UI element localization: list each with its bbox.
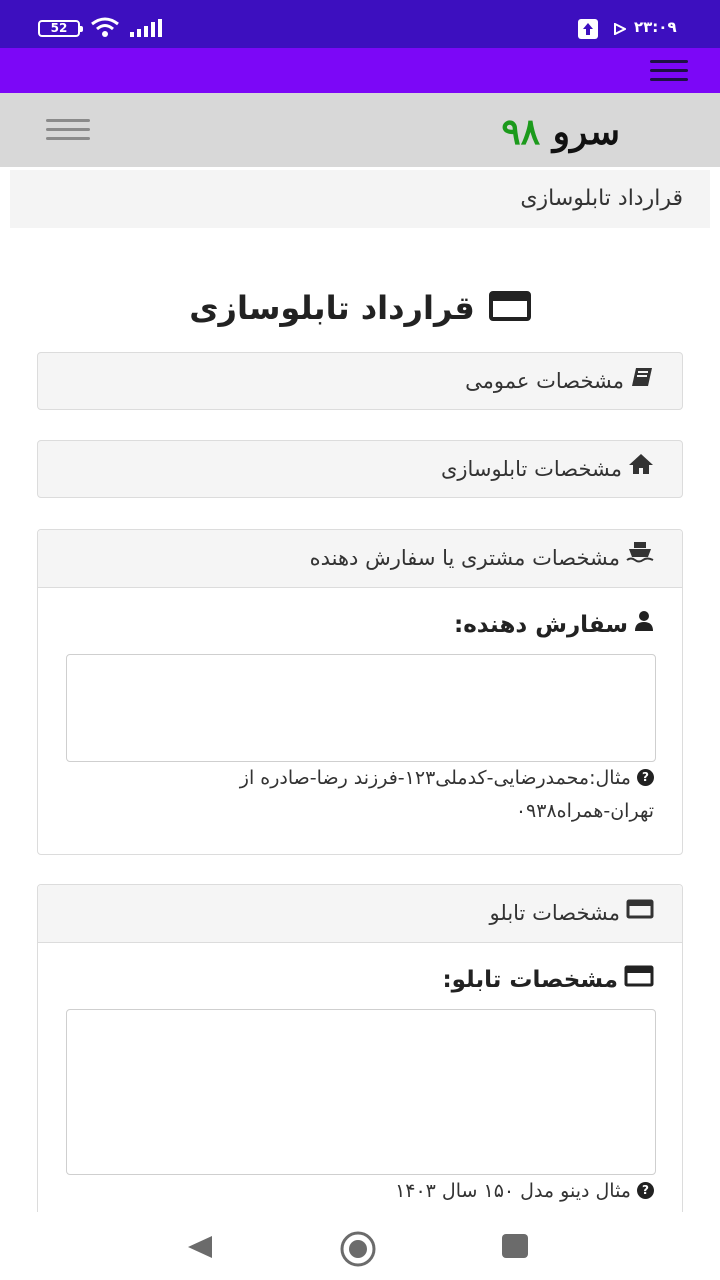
clock: ۲۳:۰۹ xyxy=(634,18,677,36)
section-board-label: مشخصات تابلو xyxy=(489,901,620,925)
book-icon xyxy=(630,352,654,408)
ship-icon xyxy=(626,529,654,585)
section-fabrication-label: مشخصات تابلوسازی xyxy=(440,457,622,481)
breadcrumb: قرارداد تابلوسازی xyxy=(10,170,710,228)
hamburger-icon[interactable] xyxy=(650,60,688,84)
section-customer-label: مشخصات مشتری یا سفارش دهنده xyxy=(309,546,620,570)
section-general-label: مشخصات عمومی xyxy=(465,369,624,393)
board-field-label-text: مشخصات تابلو: xyxy=(442,967,618,993)
page-title: قرارداد تابلوسازی xyxy=(0,280,720,336)
board-field-label: مشخصات تابلو: xyxy=(442,965,654,993)
wifi-icon xyxy=(91,17,119,37)
logo-word: سرو xyxy=(552,111,620,153)
board-input[interactable] xyxy=(66,1009,656,1175)
signal-icon xyxy=(130,19,162,37)
question-icon: ? xyxy=(637,768,654,786)
site-logo[interactable]: سرو ۹۸ xyxy=(470,107,620,157)
window-icon xyxy=(626,884,654,940)
board-help: ? مثال دینو مدل ۱۵۰ سال ۱۴۰۳ xyxy=(395,1175,654,1208)
question-icon: ? xyxy=(637,1181,654,1199)
customer-field-label-text: سفارش دهنده: xyxy=(454,612,628,638)
customer-field-label: سفارش دهنده: xyxy=(454,610,654,638)
upload-icon xyxy=(578,19,598,39)
top-menu-bar xyxy=(0,48,720,93)
section-board-header[interactable]: مشخصات تابلو xyxy=(38,885,682,943)
section-customer-header[interactable]: مشخصات مشتری یا سفارش دهنده xyxy=(38,530,682,588)
customer-input[interactable] xyxy=(66,654,656,762)
customer-help-line1: ? مثال:محمدرضایی-کدملی۱۲۳-فرزند رضا-صادره… xyxy=(54,762,654,795)
page-title-text: قرارداد تابلوسازی xyxy=(189,289,475,327)
section-board-panel: مشخصات تابلو مشخصات تابلو: ? مثال دینو مد… xyxy=(37,884,683,1224)
logo-number: ۹۸ xyxy=(501,111,541,153)
user-icon xyxy=(634,610,654,638)
back-icon[interactable] xyxy=(186,1234,214,1260)
window-icon xyxy=(488,282,531,338)
home-icon xyxy=(628,440,654,496)
board-help-text: مثال دینو مدل ۱۵۰ سال ۱۴۰۳ xyxy=(395,1180,631,1202)
hamburger-icon[interactable] xyxy=(46,119,90,143)
navigation-bar xyxy=(0,1212,720,1280)
customer-help-line2: تهران-همراه۰۹۳۸ xyxy=(515,800,654,822)
recents-icon[interactable] xyxy=(502,1234,528,1258)
battery-icon: 52 xyxy=(38,20,83,37)
play-icon xyxy=(614,23,626,35)
section-general-header[interactable]: مشخصات عمومی xyxy=(37,352,683,410)
customer-help-text1: مثال:محمدرضایی-کدملی۱۲۳-فرزند رضا-صادره … xyxy=(239,767,631,789)
window-icon xyxy=(624,965,654,993)
section-fabrication-header[interactable]: مشخصات تابلوسازی xyxy=(37,440,683,498)
status-bar: 52 ۲۳:۰۹ xyxy=(0,0,720,48)
home-circle-icon[interactable] xyxy=(338,1229,378,1269)
customer-help: ? مثال:محمدرضایی-کدملی۱۲۳-فرزند رضا-صادره… xyxy=(54,762,654,828)
section-customer-panel: مشخصات مشتری یا سفارش دهنده سفارش دهنده:… xyxy=(37,529,683,855)
